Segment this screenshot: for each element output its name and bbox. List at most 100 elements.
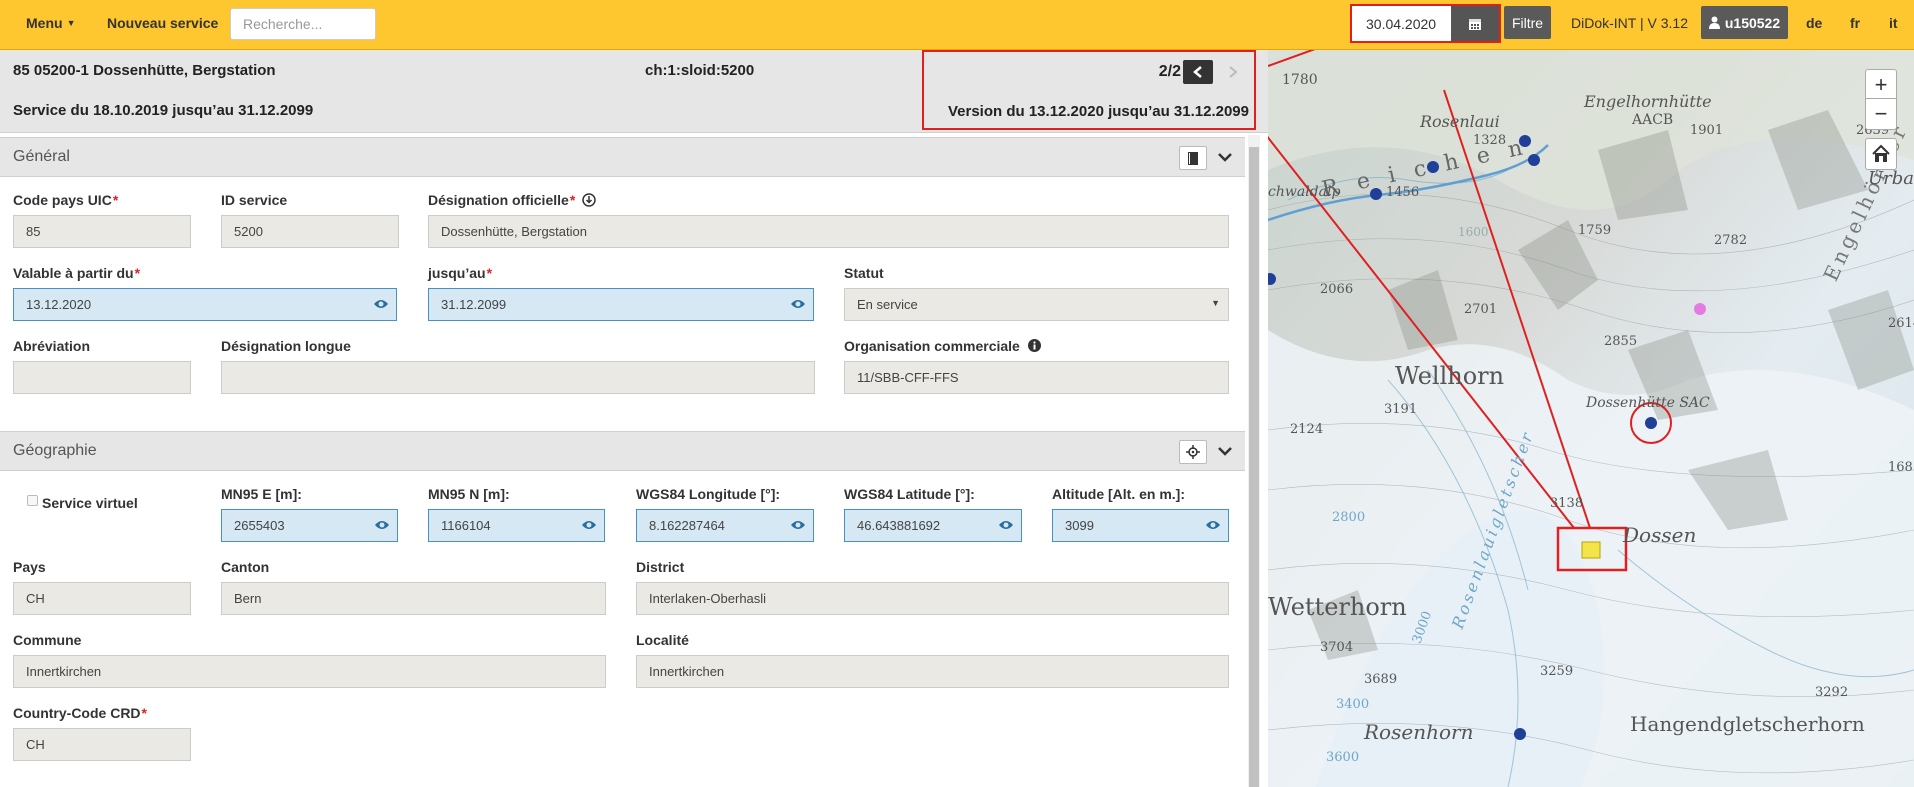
country-field[interactable]: CH [13, 582, 191, 615]
longitude-value: 8.162287464 [649, 518, 725, 533]
locate-button[interactable] [1179, 440, 1207, 464]
map-height-label: 3704 [1320, 640, 1354, 655]
required-marker: * [569, 192, 576, 208]
abbreviation-field[interactable] [13, 361, 191, 394]
eye-icon[interactable] [790, 298, 806, 310]
eye-icon[interactable] [373, 298, 389, 310]
commune-label: Commune [13, 632, 82, 648]
map-height-label: 3292 [1815, 685, 1849, 700]
official-designation-label: Désignation officielle* [428, 192, 596, 208]
calendar-button[interactable] [1451, 6, 1499, 41]
mn95n-label: MN95 N [m]: [428, 486, 510, 502]
eye-icon[interactable] [1205, 519, 1221, 531]
required-marker: * [486, 265, 493, 281]
map-label-hangendgletscherhorn: Hangendgletscherhorn [1630, 712, 1865, 736]
commune-field[interactable]: Innertkirchen [13, 655, 606, 688]
commercial-org-field[interactable]: 11/SBB-CFF-FFS [844, 361, 1229, 394]
next-version-button[interactable] [1218, 60, 1248, 84]
altitude-field[interactable]: 3099 [1052, 509, 1229, 542]
search-input[interactable] [230, 8, 376, 40]
caret-down-icon: ▼ [66, 18, 76, 28]
lang-it[interactable]: it [1889, 15, 1898, 31]
new-service-link[interactable]: Nouveau service [107, 15, 218, 31]
map-height-label: 3259 [1540, 664, 1574, 679]
service-header: 85 05200-1 Dossenhütte, Bergstation ch:1… [0, 50, 1268, 133]
service-range: Service du 18.10.2019 jusqu’au 31.12.209… [13, 102, 314, 119]
book-button[interactable] [1179, 146, 1207, 170]
valid-to-field[interactable]: 31.12.2099 [428, 288, 814, 321]
previous-version-button[interactable] [1183, 60, 1213, 84]
mn95n-field[interactable]: 1166104 [428, 509, 605, 542]
detail-pane: 85 05200-1 Dossenhütte, Bergstation ch:1… [0, 50, 1268, 787]
scrollbar[interactable] [1248, 135, 1260, 787]
mn95e-value: 2655403 [234, 518, 285, 533]
long-designation-field[interactable] [221, 361, 815, 394]
map-label-chwaldalp: chwaldalp [1268, 184, 1341, 200]
map-height-label: 3138 [1550, 496, 1584, 511]
required-marker: * [141, 705, 147, 721]
virtual-service-checkbox[interactable] [27, 495, 38, 506]
user-button[interactable]: u150522 [1701, 6, 1788, 39]
service-id-field[interactable]: 5200 [221, 215, 399, 248]
date-picker[interactable]: 30.04.2020 [1350, 4, 1501, 43]
date-value[interactable]: 30.04.2020 [1366, 16, 1436, 32]
map-label-rosenhorn: Rosenhorn [1364, 720, 1474, 744]
canton-field[interactable]: Bern [221, 582, 606, 615]
map-label-dossen: Dossen [1623, 523, 1697, 547]
mn95e-field[interactable]: 2655403 [221, 509, 398, 542]
top-navbar: Menu▼ Nouveau service 30.04.2020 Filtre … [0, 0, 1914, 50]
commercial-org-label-text: Organisation commerciale [844, 338, 1020, 354]
collapse-general-button[interactable] [1215, 147, 1235, 167]
eye-icon[interactable] [998, 519, 1014, 531]
menu-dropdown[interactable]: Menu ▼ [26, 15, 75, 31]
official-designation-field[interactable]: Dossenhütte, Bergstation [428, 215, 1229, 248]
longitude-field[interactable]: 8.162287464 [636, 509, 814, 542]
eye-icon[interactable] [374, 519, 390, 531]
home-button[interactable] [1865, 138, 1897, 170]
status-select[interactable]: En service ▼ [844, 288, 1229, 321]
menu-label: Menu [26, 15, 63, 31]
home-icon [1872, 144, 1890, 162]
district-field[interactable]: Interlaken-Oberhasli [636, 582, 1229, 615]
locality-field[interactable]: Innertkirchen [636, 655, 1229, 688]
topographic-map[interactable]: Wellhorn Wetterhorn Rosenhorn Dossen Ros… [1268, 50, 1914, 787]
eye-icon[interactable] [581, 519, 597, 531]
latitude-field[interactable]: 46.643881692 [844, 509, 1022, 542]
map-label-urbach: Urbac [1868, 168, 1914, 189]
info-icon[interactable] [1027, 339, 1041, 352]
country-label: Pays [13, 559, 46, 575]
valid-to-value: 31.12.2099 [441, 297, 507, 312]
map-height-label: 3191 [1384, 402, 1418, 417]
version-range: Version du 13.12.2020 jusqu’au 31.12.209… [947, 103, 1249, 120]
filter-button[interactable]: Filtre [1504, 6, 1551, 39]
valid-from-label: Valable à partir du* [13, 265, 140, 281]
zoom-in-button[interactable]: + [1865, 69, 1897, 101]
zoom-out-button[interactable]: − [1865, 98, 1897, 130]
scrollbar-thumb[interactable] [1249, 147, 1259, 787]
crd-label: Country-Code CRD* [13, 705, 147, 721]
app-version-number: V 3.12 [1647, 15, 1688, 31]
required-marker: * [134, 265, 141, 281]
map-label-rosenlaui: Rosenlaui [1420, 112, 1500, 131]
lang-fr[interactable]: fr [1850, 15, 1860, 31]
collapse-geography-button[interactable] [1215, 441, 1235, 461]
chevron-down-icon [1218, 447, 1232, 456]
section-geography-header[interactable]: Géographie [0, 431, 1245, 471]
valid-from-field[interactable]: 13.12.2020 [13, 288, 397, 321]
map-label-engelhornhutte: Engelhornhütte [1584, 92, 1712, 111]
map-height-label: 2066 [1320, 282, 1354, 297]
map-height-label: 1328 [1473, 133, 1507, 148]
uic-field[interactable]: 85 [13, 215, 191, 248]
chevron-down-icon [1218, 153, 1232, 162]
map-height-label: 3400 [1336, 697, 1370, 712]
map-height-label: 2701 [1464, 302, 1498, 317]
eye-icon[interactable] [790, 519, 806, 531]
valid-from-label-text: Valable à partir du [13, 265, 134, 281]
download-circle-icon[interactable] [582, 193, 596, 207]
map-height-label: 1759 [1578, 223, 1612, 238]
altitude-label: Altitude [Alt. en m.]: [1052, 486, 1185, 502]
lang-de[interactable]: de [1806, 15, 1822, 31]
crd-field[interactable]: CH [13, 728, 191, 761]
section-general-header[interactable]: Général [0, 137, 1245, 177]
commercial-org-label: Organisation commerciale [844, 338, 1041, 354]
